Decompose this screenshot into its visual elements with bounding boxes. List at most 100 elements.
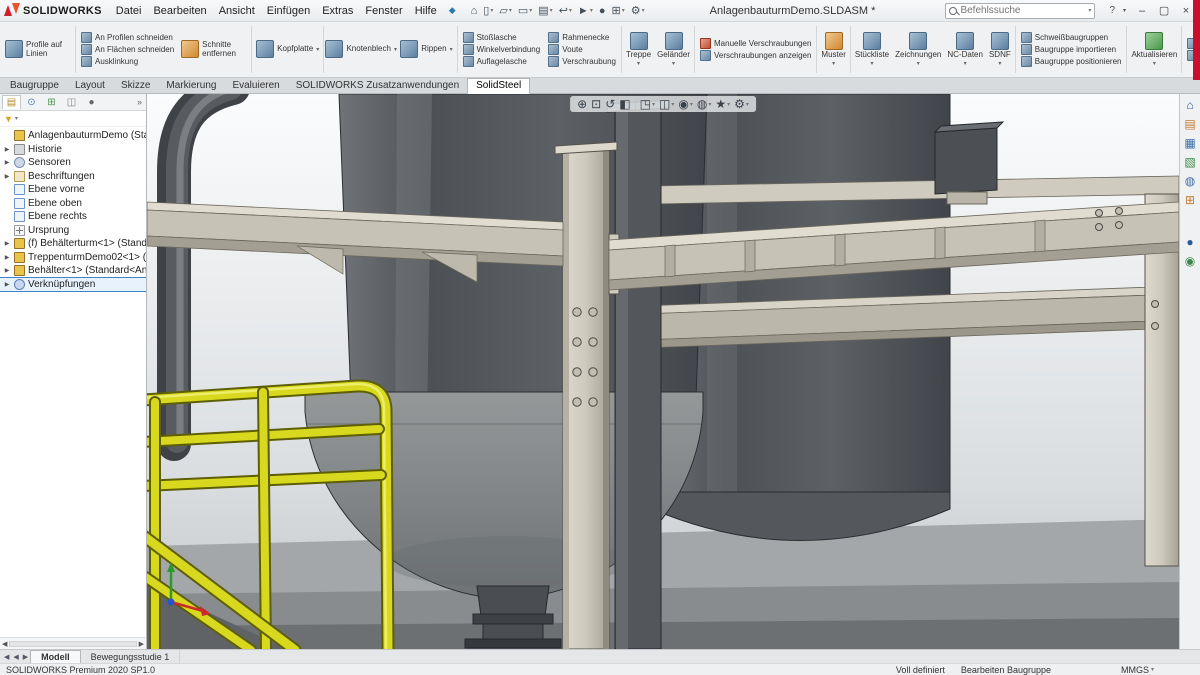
menu-einfuegen[interactable]: Einfügen xyxy=(261,3,316,19)
knotenblech-button[interactable]: Knotenblech ▾ xyxy=(325,23,397,76)
previous-view-button[interactable]: ↺ xyxy=(605,97,615,111)
solidworks-resources-icon[interactable]: ⌂ xyxy=(1186,99,1193,111)
apply-scene-button[interactable]: ★▾ xyxy=(715,97,730,111)
tree-item-behaelter[interactable]: ▶Behälter<1> (Standard<Anzeigest xyxy=(0,264,146,278)
tree-item-ebene-vorne[interactable]: Ebene vorne xyxy=(0,183,146,197)
column-dark[interactable] xyxy=(607,100,669,649)
aktualisieren-button[interactable]: Aktualisieren ▾ xyxy=(1128,23,1180,76)
treppe-button[interactable]: Treppe ▾ xyxy=(623,23,654,76)
expand-arrow-icon[interactable]: ▶ xyxy=(3,267,11,274)
undo-button[interactable]: ↩▾ xyxy=(556,4,575,17)
verschraubungen-anzeigen-button[interactable]: Verschraubungen anzeigen xyxy=(698,50,813,61)
menu-fenster[interactable]: Fenster xyxy=(359,3,408,19)
menu-datei[interactable]: Datei xyxy=(110,3,148,19)
sdnf-button[interactable]: SDNF ▾ xyxy=(986,23,1014,76)
auflagelasche-button[interactable]: Auflagelasche xyxy=(461,56,543,67)
chevron-down-icon[interactable]: ▾ xyxy=(1088,7,1091,14)
chevron-down-icon[interactable]: ▾ xyxy=(15,115,18,122)
schweissbaugruppen-button[interactable]: Schweißbaugruppen xyxy=(1019,32,1124,43)
tree-item-sensoren[interactable]: ▶Sensoren xyxy=(0,156,146,170)
display-style-button[interactable]: ◫▾ xyxy=(659,97,674,111)
graphics-area[interactable]: ⊕ ⊡ ↺ ◧ ◳▾ ◫▾ ◉▾ ◍▾ ★▾ ⚙▾ xyxy=(147,94,1179,649)
scroll-left-icon[interactable]: ◀ xyxy=(2,640,7,648)
feature-tree-tab-icon[interactable]: ▤ xyxy=(2,95,21,109)
view-palette-icon[interactable]: ▧ xyxy=(1184,156,1195,168)
zoom-to-fit-button[interactable]: ⊕ xyxy=(577,97,587,111)
tree-item-ursprung[interactable]: Ursprung xyxy=(0,224,146,238)
expand-arrow-icon[interactable]: ▶ xyxy=(3,173,11,180)
expand-arrow-icon[interactable]: ▶ xyxy=(3,281,11,288)
menu-ansicht[interactable]: Ansicht xyxy=(213,3,261,19)
tree-item-ebene-rechts[interactable]: Ebene rechts xyxy=(0,210,146,224)
tree-item-treppenturm[interactable]: ▶TreppenturmDemo02<1> (Standa xyxy=(0,251,146,265)
muster-button[interactable]: Muster ▾ xyxy=(818,23,848,76)
forum-icon[interactable]: ● xyxy=(1186,236,1193,248)
menu-extras[interactable]: Extras xyxy=(316,3,359,19)
home-button[interactable]: ⌂ xyxy=(468,5,481,17)
configuration-manager-tab-icon[interactable]: ⊞ xyxy=(42,96,61,109)
scroll-tabs-left-icon[interactable]: ◀ xyxy=(2,653,11,661)
tree-item-verknuepfungen[interactable]: ▶Verknüpfungen xyxy=(0,278,146,292)
tab-layout[interactable]: Layout xyxy=(67,79,113,93)
view-orientation-button[interactable]: ◳▾ xyxy=(640,97,655,111)
new-document-button[interactable]: ▯▾ xyxy=(480,4,496,17)
rahmenecke-button[interactable]: Rahmenecke xyxy=(546,32,618,43)
custom-properties-icon[interactable]: ⊞ xyxy=(1185,194,1195,206)
scroll-tabs-left-icon[interactable]: ◀ xyxy=(11,653,20,661)
baugruppe-positionieren-button[interactable]: Baugruppe positionieren xyxy=(1019,56,1124,67)
select-tool-button[interactable]: ►▾ xyxy=(575,5,596,17)
expand-arrow-icon[interactable]: ▶ xyxy=(3,146,11,153)
maximize-button[interactable]: ▢ xyxy=(1154,4,1174,17)
file-explorer-icon[interactable]: ▦ xyxy=(1184,137,1195,149)
tree-item-assembly-root[interactable]: AnlagenbauturmDemo (Standard<An xyxy=(0,129,146,143)
chevron-down-icon[interactable]: ▾ xyxy=(1119,7,1130,14)
tab-modell[interactable]: Modell xyxy=(30,650,81,663)
tree-item-beschriftungen[interactable]: ▶Beschriftungen xyxy=(0,170,146,184)
tree-item-historie[interactable]: ▶Historie xyxy=(0,143,146,157)
column-front[interactable] xyxy=(555,142,617,649)
tree-horizontal-scrollbar[interactable]: ◀ ▶ xyxy=(0,637,146,649)
scroll-tabs-right-icon[interactable]: ▶ xyxy=(21,653,30,661)
menu-hilfe[interactable]: Hilfe xyxy=(409,3,443,19)
open-button[interactable]: ▱▾ xyxy=(496,4,514,17)
expand-arrow-icon[interactable]: ▶ xyxy=(3,159,11,166)
profile-auf-linien-button[interactable]: Profile auf Linien xyxy=(2,23,74,76)
menu-bearbeiten[interactable]: Bearbeiten xyxy=(147,3,212,19)
tab-bewegungsstudie[interactable]: Bewegungsstudie 1 xyxy=(81,650,181,663)
display-manager-tab-icon[interactable]: ● xyxy=(82,96,101,109)
tree-item-ebene-oben[interactable]: Ebene oben xyxy=(0,197,146,211)
vessel-nozzle[interactable] xyxy=(465,586,561,648)
stosslasche-button[interactable]: Stoßlasche xyxy=(461,32,543,43)
scroll-right-icon[interactable]: ▶ xyxy=(139,640,144,648)
tab-solidsteel[interactable]: SolidSteel xyxy=(467,78,530,94)
voute-button[interactable]: Voute xyxy=(546,44,618,55)
ausklinkung-button[interactable]: Ausklinkung xyxy=(79,56,176,67)
tree-item-behaelterturm[interactable]: ▶(f) Behälterturm<1> (Standard<A xyxy=(0,237,146,251)
view-settings-button[interactable]: ⊞▾ xyxy=(608,4,627,17)
model-scene[interactable] xyxy=(147,94,1179,649)
expand-arrow-icon[interactable]: ▶ xyxy=(3,240,11,247)
design-library-icon[interactable]: ▤ xyxy=(1184,118,1195,130)
kopfplatte-button[interactable]: Kopfplatte ▾ xyxy=(253,23,322,76)
verschraubung-button[interactable]: Verschraubung xyxy=(546,56,618,67)
view-settings-button[interactable]: ⚙▾ xyxy=(734,97,749,111)
schnitte-entfernen-button[interactable]: Schnitte entfernen xyxy=(178,23,250,76)
edit-appearance-button[interactable]: ◍▾ xyxy=(697,97,712,111)
pin-menubar-icon[interactable]: ◆ xyxy=(445,5,460,16)
gelaender-button[interactable]: Geländer ▾ xyxy=(654,23,693,76)
hide-show-items-button[interactable]: ◉▾ xyxy=(678,97,693,111)
options-button[interactable]: ⚙▾ xyxy=(628,4,648,17)
nc-daten-button[interactable]: NC-Daten ▾ xyxy=(944,23,986,76)
panel-tabs-overflow-icon[interactable]: » xyxy=(137,97,144,107)
help-button[interactable]: ? xyxy=(1105,5,1119,16)
section-view-button[interactable]: ◧ xyxy=(619,97,630,111)
tab-skizze[interactable]: Skizze xyxy=(113,79,158,93)
units-selector[interactable]: MMGS ▾ xyxy=(1121,665,1154,675)
help-panel-icon[interactable]: ◉ xyxy=(1185,255,1195,267)
rebuild-button[interactable]: ● xyxy=(596,5,609,17)
minimize-button[interactable]: – xyxy=(1132,5,1152,17)
save-button[interactable]: ▭▾ xyxy=(515,4,535,17)
tab-markierung[interactable]: Markierung xyxy=(158,79,224,93)
zeichnungen-button[interactable]: Zeichnungen ▾ xyxy=(892,23,944,76)
search-input[interactable] xyxy=(960,5,1085,16)
